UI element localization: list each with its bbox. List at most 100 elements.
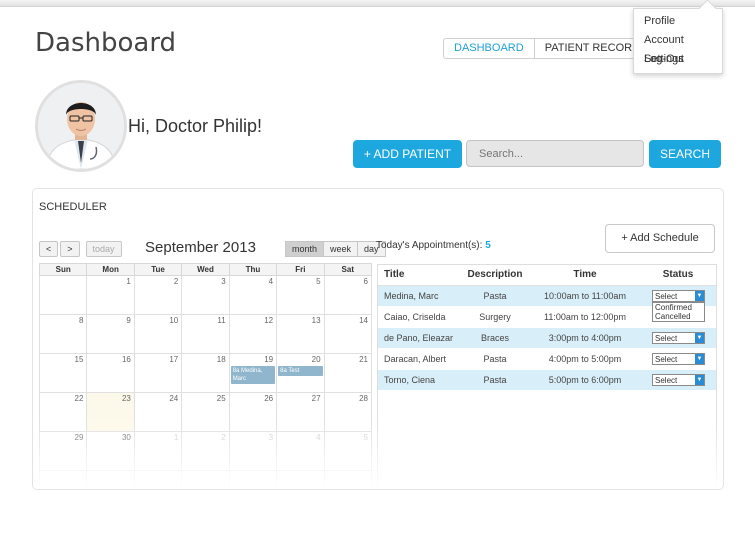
calendar-week-row: 15 16 17 18 19 8a Medina, Marc 20 8a Test … [38,353,373,393]
calendar-day[interactable]: 1 [86,275,135,315]
status-select-value: Select [655,355,678,364]
calendar-day-today[interactable]: 23 [86,392,135,432]
status-select[interactable]: Select ▼ [652,353,705,365]
calendar-week-row: 22 23 24 25 26 27 28 [38,392,373,432]
chevron-down-icon: ▼ [695,291,704,301]
calendar-week-row: 29 30 1 2 3 4 5 [38,431,373,471]
calendar-day[interactable]: 18 [181,353,230,393]
calendar-day[interactable]: 27 [276,392,325,432]
calendar-day[interactable]: 16 [86,353,135,393]
menu-item-profile[interactable]: Profile [634,12,722,31]
day-number: 20 [311,355,321,364]
calendar-day-other-month[interactable]: 5 [323,431,373,471]
chevron-down-icon: ▼ [695,333,704,343]
calendar-day[interactable] [38,275,88,315]
calendar-day[interactable]: 29 [38,431,88,471]
calendar-day[interactable]: 2 [133,275,183,315]
calendar-day-other-month[interactable]: 1 [133,431,183,471]
next-month-button[interactable]: > [60,241,80,257]
add-patient-button[interactable]: + ADD PATIENT [353,140,462,168]
status-select[interactable]: Select ▼ [652,332,705,344]
status-options-list: Confirmed Cancelled [652,302,705,322]
calendar-day-other-month[interactable]: 4 [276,431,325,471]
weekday-header-row: Sun Mon Tue Wed Thu Fri Sat [38,263,373,276]
appointment-title: de Pano, Eleazar [384,333,454,343]
calendar-day[interactable]: 13 [276,314,325,354]
weekday-header: Sun [38,263,88,276]
add-schedule-button[interactable]: + Add Schedule [605,224,715,253]
calendar-day[interactable]: 26 [228,392,278,432]
calendar-day[interactable]: 22 [38,392,88,432]
menu-item-account-settings[interactable]: Account Settings [634,31,722,65]
calendar-event[interactable]: 8a Medina, Marc [230,366,276,384]
chevron-down-icon: ▼ [695,375,704,385]
status-select-value: Select [655,376,678,385]
weekday-header: Tue [133,263,183,276]
greeting: Hi, Doctor Philip! [128,116,263,136]
calendar-day-other-month[interactable]: 2 [181,431,230,471]
table-row[interactable]: Daracan, Albert Pasta 4:00pm to 5:00pm S… [378,349,716,370]
calendar-week-row: 1 2 3 4 5 6 [38,275,373,315]
calendar-day-with-event[interactable]: 19 8a Medina, Marc [228,353,278,393]
calendar-day[interactable]: 30 [86,431,135,471]
calendar-day[interactable]: 12 [228,314,278,354]
status-select[interactable]: Select ▼ [652,290,705,302]
calendar-day[interactable]: 17 [133,353,183,393]
appointment-count-label: Today's Appointment(s): [376,240,483,251]
today-button[interactable]: today [85,241,122,257]
calendar-view-switcher: month week day [285,241,386,257]
calendar-week-row [38,470,373,489]
calendar-day-empty [38,470,88,489]
calendar-day[interactable]: 6 [323,275,373,315]
status-option-cancelled[interactable]: Cancelled [655,312,702,321]
calendar-day[interactable]: 4 [228,275,278,315]
appointment-count-value: 5 [485,240,491,251]
status-option-confirmed[interactable]: Confirmed [655,303,702,312]
appointments-empty-area [378,391,716,489]
weekday-header: Mon [86,263,135,276]
view-month-button[interactable]: month [285,241,325,257]
view-week-button[interactable]: week [323,241,359,257]
calendar-day[interactable]: 5 [276,275,325,315]
appointment-title: Medina, Marc [384,291,439,301]
calendar-day[interactable]: 11 [181,314,230,354]
tab-dashboard[interactable]: DASHBOARD [444,39,535,58]
calendar-day[interactable]: 28 [323,392,373,432]
status-select-value: Select [655,334,678,343]
column-header-status: Status [662,269,694,280]
calendar-day[interactable]: 3 [181,275,230,315]
avatar [35,80,127,172]
top-bar [0,0,755,7]
search-button[interactable]: SEARCH [649,140,721,168]
calendar-day-with-event[interactable]: 20 8a Test [276,353,325,393]
calendar-day-empty [228,470,278,489]
status-select[interactable]: Select ▼ [652,374,705,386]
user-menu-dropdown: Profile Account Settings Log-Out [633,0,723,74]
menu-item-logout[interactable]: Log-Out [634,50,722,69]
weekday-header: Wed [181,263,230,276]
calendar-month-title: September 2013 [145,239,256,256]
calendar-day[interactable]: 10 [133,314,183,354]
calendar-day[interactable]: 21 [323,353,373,393]
table-row[interactable]: de Pano, Eleazar Braces 3:00pm to 4:00pm… [378,328,716,349]
appointment-description: Pasta [483,354,507,364]
appointment-count: Today's Appointment(s): 5 [376,240,491,251]
prev-month-button[interactable]: < [39,241,59,257]
appointment-description: Braces [480,333,509,343]
table-row[interactable]: Medina, Marc Pasta 10:00am to 11:00am Se… [378,286,716,322]
calendar-day[interactable]: 15 [38,353,88,393]
column-header-title: Title [384,269,405,280]
calendar-day-other-month[interactable]: 3 [228,431,278,471]
calendar-day[interactable]: 14 [323,314,373,354]
appointment-title: Daracan, Albert [384,354,447,364]
search-input[interactable] [466,140,644,167]
status-cell: Select ▼ Confirmed Cancelled [640,286,716,322]
calendar-day[interactable]: 8 [38,314,88,354]
table-row[interactable]: Torno, Ciena Pasta 5:00pm to 6:00pm Sele… [378,370,716,391]
status-cell: Select ▼ [640,370,716,390]
calendar-day[interactable]: 25 [181,392,230,432]
calendar-day[interactable]: 24 [133,392,183,432]
calendar-event[interactable]: 8a Test [278,366,323,376]
appointments-table: Title Description Time Status Medina, Ma… [377,264,717,489]
calendar-day[interactable]: 9 [86,314,135,354]
